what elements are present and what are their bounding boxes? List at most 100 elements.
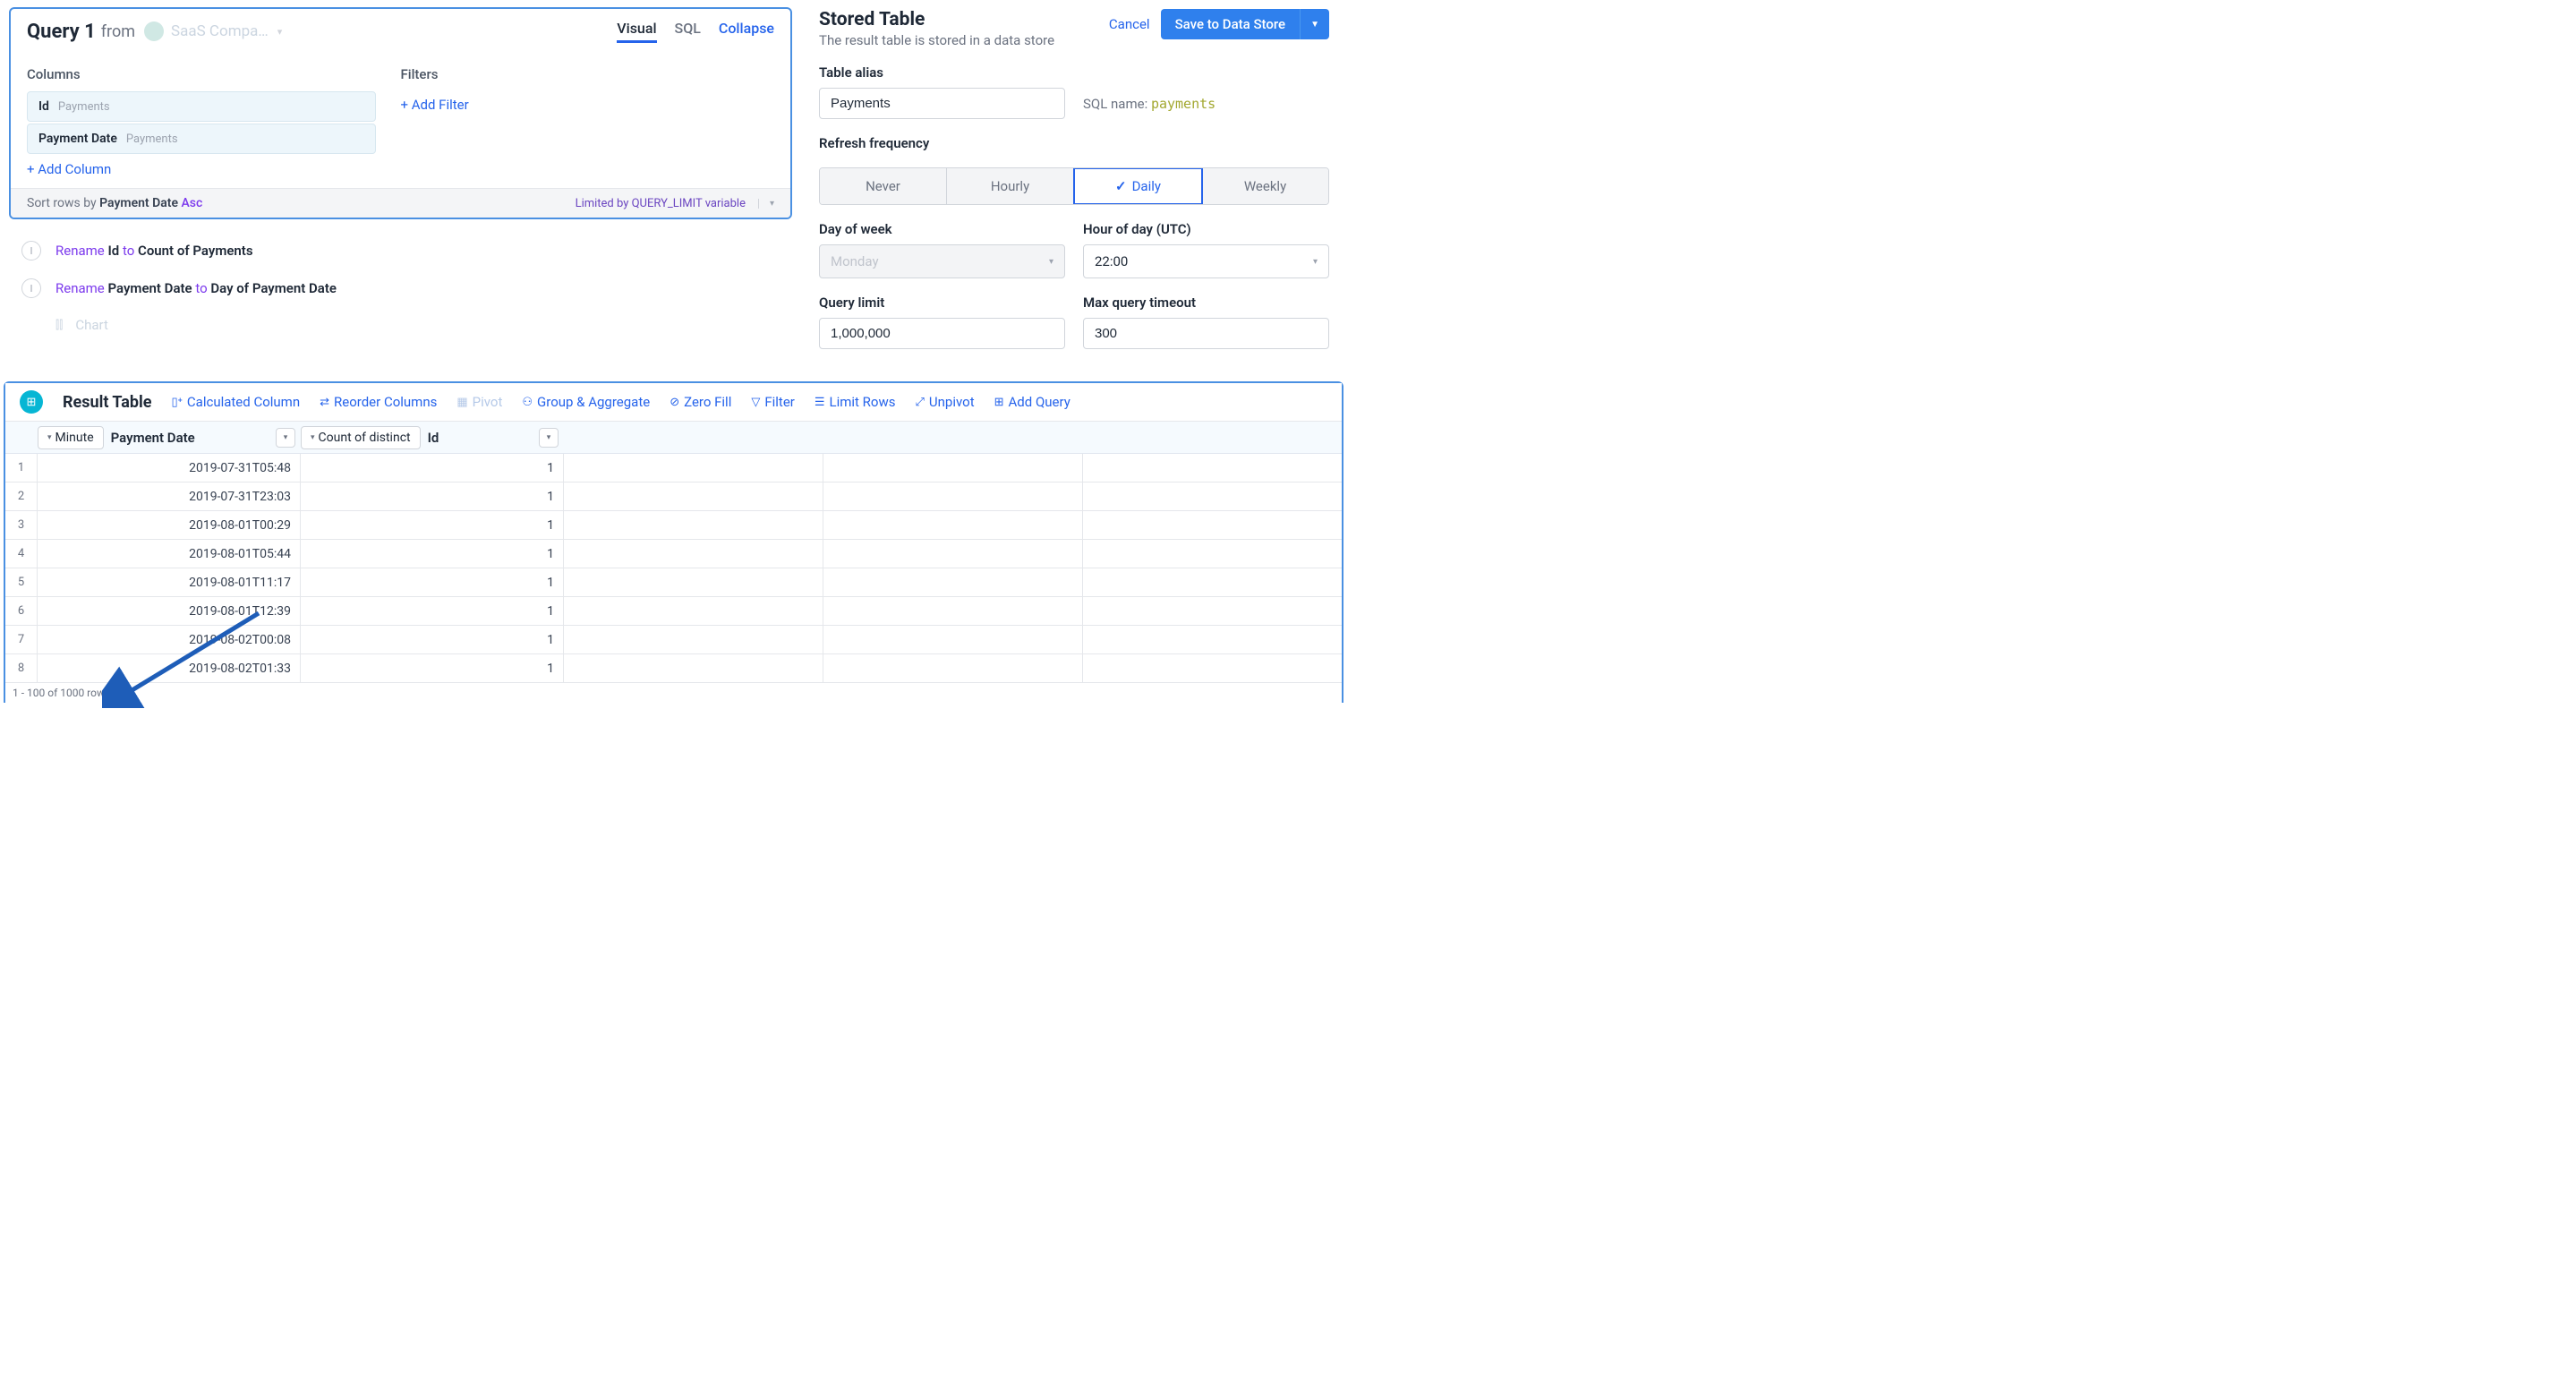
result-icon: ⊞ bbox=[20, 390, 43, 414]
freq-never[interactable]: Never bbox=[820, 168, 947, 204]
transform-steps: I Rename Id to Count of Payments I Renam… bbox=[9, 219, 792, 343]
grid-header-agg-button[interactable]: ▾Minute bbox=[38, 426, 104, 449]
cell-payment-date: 2019-08-01T12:39 bbox=[38, 597, 301, 625]
table-row[interactable]: 22019-07-31T23:031 bbox=[5, 483, 1342, 511]
chevron-down-icon: ▾ bbox=[47, 433, 52, 442]
action-unpivot[interactable]: ⤢Unpivot bbox=[916, 394, 975, 410]
freq-hourly[interactable]: Hourly bbox=[947, 168, 1074, 204]
chevron-down-icon: ▾ bbox=[1313, 257, 1318, 267]
row-number: 3 bbox=[5, 511, 38, 539]
dow-label: Day of week bbox=[819, 221, 1065, 237]
table-row[interactable]: 12019-07-31T05:481 bbox=[5, 454, 1342, 483]
collapse-link[interactable]: Collapse bbox=[719, 20, 774, 37]
column-table: Payments bbox=[126, 132, 178, 146]
action-calculated-column[interactable]: ▯⁺Calculated Column bbox=[172, 394, 301, 410]
freq-weekly[interactable]: Weekly bbox=[1202, 168, 1328, 204]
cell-payment-date: 2019-08-01T05:44 bbox=[38, 540, 301, 568]
cell-payment-date: 2019-08-02T00:08 bbox=[38, 626, 301, 653]
filters-heading: Filters bbox=[401, 66, 775, 82]
tab-visual[interactable]: Visual bbox=[617, 20, 656, 43]
frequency-group: Never Hourly ✓ Daily Weekly bbox=[819, 167, 1329, 205]
dow-select[interactable]: Monday ▾ bbox=[819, 244, 1065, 278]
cell-payment-date: 2019-08-02T01:33 bbox=[38, 654, 301, 682]
action-filter[interactable]: ▽Filter bbox=[751, 394, 795, 410]
query-from-label: from bbox=[101, 22, 135, 41]
chevron-down-icon: ▾ bbox=[1049, 257, 1053, 267]
cell-count: 1 bbox=[301, 483, 564, 510]
add-filter-link[interactable]: + Add Filter bbox=[401, 97, 469, 113]
unpivot-icon: ⤢ bbox=[916, 396, 925, 409]
query-source-chip[interactable]: SaaS Compa… ▾ bbox=[144, 21, 282, 41]
stored-table-title: Stored Table bbox=[819, 9, 1109, 30]
cell-count: 1 bbox=[301, 568, 564, 596]
grid-header-agg-button[interactable]: ▾Count of distinct bbox=[301, 426, 421, 449]
cell-count: 1 bbox=[301, 626, 564, 653]
cell-payment-date: 2019-07-31T05:48 bbox=[38, 454, 301, 482]
grid-header-label: Payment Date bbox=[111, 430, 195, 446]
query-title: Query 1 bbox=[27, 21, 96, 43]
cell-payment-date: 2019-07-31T23:03 bbox=[38, 483, 301, 510]
alias-label: Table alias bbox=[819, 64, 1065, 81]
action-pivot[interactable]: ▦Pivot bbox=[456, 394, 502, 410]
check-icon: ✓ bbox=[1115, 178, 1127, 194]
refresh-label: Refresh frequency bbox=[819, 135, 1329, 151]
table-row[interactable]: 72019-08-02T00:081 bbox=[5, 626, 1342, 654]
sort-summary[interactable]: Sort rows by Payment Date Asc bbox=[27, 196, 202, 210]
step-rename[interactable]: I Rename Id to Count of Payments bbox=[21, 232, 792, 269]
add-column-link[interactable]: + Add Column bbox=[27, 161, 111, 177]
row-number: 6 bbox=[5, 597, 38, 625]
limit-dropdown-icon[interactable]: ▾ bbox=[758, 199, 774, 209]
column-name: Payment Date bbox=[38, 132, 117, 146]
stored-table-subtitle: The result table is stored in a data sto… bbox=[819, 32, 1109, 48]
grid-header-cell: ▾Count of distinct Id ▾ bbox=[301, 426, 564, 449]
limit-summary[interactable]: Limited by QUERY_LIMIT variable bbox=[576, 197, 746, 210]
text-cursor-icon: I bbox=[21, 278, 41, 298]
action-group-aggregate[interactable]: ⚇Group & Aggregate bbox=[522, 394, 650, 410]
result-panel: ⊞ Result Table ▯⁺Calculated Column ⇄Reor… bbox=[4, 381, 1343, 703]
table-row[interactable]: 62019-08-01T12:391 bbox=[5, 597, 1342, 626]
chevron-down-icon: ▾ bbox=[311, 433, 315, 442]
action-add-query[interactable]: ⊞Add Query bbox=[994, 394, 1070, 410]
source-icon bbox=[144, 21, 164, 41]
column-item[interactable]: Payment Date Payments bbox=[27, 124, 376, 154]
cell-count: 1 bbox=[301, 454, 564, 482]
row-number: 1 bbox=[5, 454, 38, 482]
cancel-link[interactable]: Cancel bbox=[1109, 16, 1150, 32]
group-icon: ⚇ bbox=[522, 396, 533, 409]
step-rename[interactable]: I Rename Payment Date to Day of Payment … bbox=[21, 269, 792, 307]
qlimit-label: Query limit bbox=[819, 295, 1065, 311]
reorder-icon: ⇄ bbox=[320, 396, 329, 409]
table-row[interactable]: 82019-08-02T01:331 bbox=[5, 654, 1342, 683]
result-grid: ▾Minute Payment Date ▾ ▾Count of distinc… bbox=[5, 422, 1342, 683]
columns-heading: Columns bbox=[27, 66, 401, 82]
action-reorder-columns[interactable]: ⇄Reorder Columns bbox=[320, 394, 437, 410]
grid-header-menu[interactable]: ▾ bbox=[539, 428, 559, 448]
row-number: 5 bbox=[5, 568, 38, 596]
action-limit-rows[interactable]: ☰Limit Rows bbox=[815, 394, 896, 410]
text-cursor-icon: I bbox=[21, 241, 41, 260]
query-box: Query 1 from SaaS Compa… ▾ Visual SQL Co… bbox=[9, 7, 792, 219]
freq-daily[interactable]: ✓ Daily bbox=[1074, 168, 1202, 204]
save-button[interactable]: Save to Data Store bbox=[1161, 9, 1301, 39]
table-row[interactable]: 52019-08-01T11:171 bbox=[5, 568, 1342, 597]
table-row[interactable]: 42019-08-01T05:441 bbox=[5, 540, 1342, 568]
grid-header-cell: ▾Minute Payment Date ▾ bbox=[38, 426, 301, 449]
plus-icon: ⊞ bbox=[994, 396, 1004, 409]
grid-header-menu[interactable]: ▾ bbox=[276, 428, 295, 448]
step-chart[interactable]: ⫿⫿ Chart bbox=[55, 307, 792, 343]
tab-sql[interactable]: SQL bbox=[675, 20, 701, 40]
sql-name-hint: SQL name: payments bbox=[1083, 96, 1215, 112]
qlimit-input[interactable] bbox=[819, 318, 1065, 349]
timeout-input[interactable] bbox=[1083, 318, 1329, 349]
action-zero-fill[interactable]: ⊘Zero Fill bbox=[670, 394, 731, 410]
result-title: Result Table bbox=[63, 393, 152, 412]
column-item[interactable]: Id Payments bbox=[27, 91, 376, 122]
alias-input[interactable] bbox=[819, 88, 1065, 119]
chevron-down-icon: ▾ bbox=[277, 26, 283, 38]
rows-icon: ☰ bbox=[815, 396, 825, 409]
column-icon: ▯⁺ bbox=[172, 396, 183, 409]
save-dropdown-button[interactable]: ▼ bbox=[1300, 9, 1329, 39]
bar-chart-icon: ⫿⫿ bbox=[55, 319, 63, 332]
hod-select[interactable]: 22:00 ▾ bbox=[1083, 244, 1329, 278]
table-row[interactable]: 32019-08-01T00:291 bbox=[5, 511, 1342, 540]
